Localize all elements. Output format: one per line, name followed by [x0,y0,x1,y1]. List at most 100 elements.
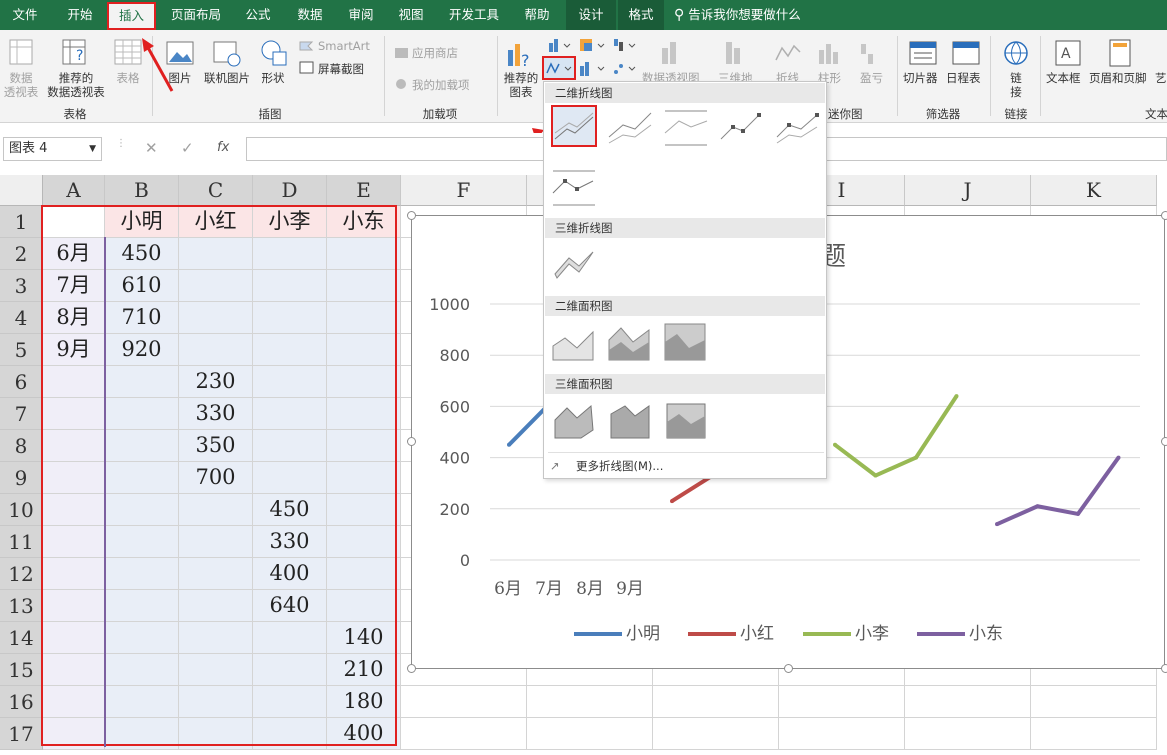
column-header-A[interactable]: A [43,175,105,206]
cell-F16[interactable] [401,686,527,718]
smartart-button[interactable]: SmartArt [318,39,370,53]
line-with-markers-option[interactable] [719,107,765,149]
tab-help[interactable]: 帮助 [514,0,560,30]
stacked-line-option[interactable] [607,107,653,149]
chart-resize-handle[interactable] [1161,437,1167,446]
row-header-15[interactable]: 15 [0,654,43,686]
chart-resize-handle[interactable] [1161,664,1167,673]
column-header-D[interactable]: D [253,175,327,206]
legend-item[interactable]: 小红 [688,621,774,647]
100-stacked-line-markers-option[interactable] [551,167,597,209]
chart-resize-handle[interactable] [1161,211,1167,220]
data-point[interactable] [670,499,674,504]
legend-item[interactable]: 小明 [574,621,660,647]
data-point[interactable] [1076,511,1080,516]
line-option[interactable] [551,105,597,147]
column-header-E[interactable]: E [327,175,401,206]
name-box[interactable]: 图表 4 ▼ [3,137,102,161]
tab-review[interactable]: 审阅 [338,0,384,30]
row-header-6[interactable]: 6 [0,366,43,398]
row-header-2[interactable]: 2 [0,238,43,270]
series-line-小李[interactable] [833,395,959,478]
recommended-pivot-button[interactable]: 推荐的 数据透视表 [44,71,108,99]
stacked-area-option[interactable] [607,322,653,364]
cancel-icon[interactable]: ✕ [145,139,158,157]
area-option[interactable] [551,322,597,364]
my-addins-button[interactable]: 我的加载项 [412,78,470,92]
column-header-K[interactable]: K [1031,175,1157,206]
data-point[interactable] [995,522,999,527]
tab-data[interactable]: 数据 [287,0,333,30]
recommended-charts-button[interactable]: 推荐的 图表 [500,71,542,99]
slicer-button[interactable]: 切片器 [903,71,938,85]
row-header-3[interactable]: 3 [0,270,43,302]
3d-100-stacked-area-option[interactable] [663,400,709,442]
pivot-table-button[interactable]: 数据 透视表 [0,71,42,99]
cell-G17[interactable] [527,718,653,750]
chart-resize-handle[interactable] [407,437,416,446]
enter-icon[interactable]: ✓ [181,139,194,157]
cell-J16[interactable] [905,686,1031,718]
cell-H16[interactable] [653,686,779,718]
row-header-14[interactable]: 14 [0,622,43,654]
row-header-17[interactable]: 17 [0,718,43,750]
row-header-11[interactable]: 11 [0,526,43,558]
row-header-12[interactable]: 12 [0,558,43,590]
row-header-13[interactable]: 13 [0,590,43,622]
cell-K17[interactable] [1031,718,1157,750]
chart-resize-handle[interactable] [784,664,793,673]
column-header-F[interactable]: F [401,175,527,206]
row-header-9[interactable]: 9 [0,462,43,494]
cell-H17[interactable] [653,718,779,750]
tab-home[interactable]: 开始 [55,0,105,30]
column-header-J[interactable]: J [905,175,1031,206]
select-all-corner[interactable] [0,175,43,206]
cell-F17[interactable] [401,718,527,750]
row-header-16[interactable]: 16 [0,686,43,718]
sparkline-winloss-button[interactable]: 盈亏 [860,71,883,85]
legend-item[interactable]: 小李 [803,621,889,647]
data-point[interactable] [954,394,959,399]
chart-resize-handle[interactable] [407,211,416,220]
data-point[interactable] [873,473,878,478]
insert-function-icon[interactable]: fx [217,140,229,155]
data-point[interactable] [1116,455,1121,460]
tell-me-search[interactable]: ⚲ 告诉我你想要做什么 [674,0,824,30]
data-point[interactable] [507,442,511,447]
online-picture-button[interactable]: 联机图片 [200,71,254,85]
column-header-C[interactable]: C [179,175,253,206]
wordart-button[interactable]: 艺 [1155,71,1167,85]
tab-view[interactable]: 视图 [390,0,432,30]
series-line-小东[interactable] [996,456,1121,526]
chart-resize-handle[interactable] [407,664,416,673]
shapes-button[interactable]: 形状 [256,71,290,85]
row-header-5[interactable]: 5 [0,334,43,366]
app-store-button[interactable]: 应用商店 [412,46,458,60]
3d-stacked-area-option[interactable] [607,400,653,442]
row-header-4[interactable]: 4 [0,302,43,334]
tab-format[interactable]: 格式 [618,0,664,30]
cell-J17[interactable] [905,718,1031,750]
header-footer-button[interactable]: 页眉和页脚 [1089,71,1147,85]
cell-G16[interactable] [527,686,653,718]
3d-area-option[interactable] [551,400,597,442]
data-point[interactable] [1035,504,1040,509]
link-button[interactable]: 链 接 [1006,71,1026,99]
100-stacked-area-option[interactable] [663,322,709,364]
tab-file[interactable]: 文件 [0,0,50,30]
tab-developer[interactable]: 开发工具 [440,0,508,30]
textbox-button[interactable]: 文本框 [1046,71,1081,85]
row-header-1[interactable]: 1 [0,206,43,238]
line-chart-button[interactable] [542,56,576,80]
more-line-charts-link[interactable]: ↗ 更多折线图(M)... [550,456,820,476]
stacked-line-markers-option[interactable] [775,107,821,149]
cell-I17[interactable] [779,718,905,750]
data-point[interactable] [914,455,918,460]
3d-line-option[interactable] [551,244,597,286]
row-header-10[interactable]: 10 [0,494,43,526]
100-stacked-line-option[interactable] [663,107,709,149]
tab-formulas[interactable]: 公式 [235,0,281,30]
timeline-button[interactable]: 日程表 [946,71,981,85]
column-header-B[interactable]: B [105,175,179,206]
cell-I16[interactable] [779,686,905,718]
